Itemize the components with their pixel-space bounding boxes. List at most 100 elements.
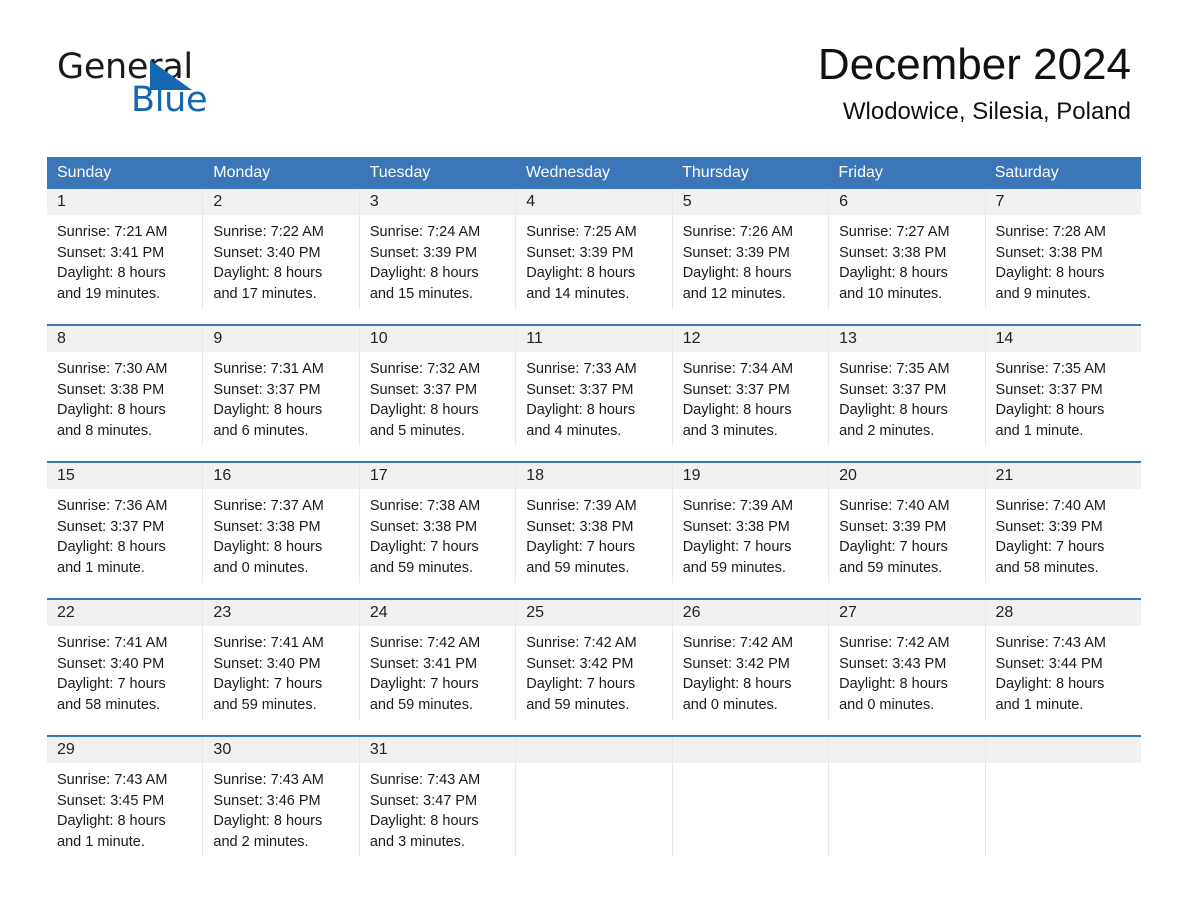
daylight-text-line1: Daylight: 8 hours	[369, 265, 479, 282]
day-number: 6	[829, 189, 985, 216]
daylight-text-line1: Daylight: 8 hours	[995, 676, 1105, 693]
sunset-text: Sunset: 3:38 PM	[369, 518, 478, 535]
day-cell[interactable]: 16 Sunrise: 7:37 AM Sunset: 3:38 PM Dayl…	[203, 463, 360, 584]
day-details: Sunrise: 7:43 AM Sunset: 3:46 PM Dayligh…	[203, 763, 358, 852]
daylight-text-line2: and 0 minutes.	[839, 696, 935, 713]
daylight-text-line2: and 1 minute.	[57, 833, 145, 850]
day-cell[interactable]: 22 Sunrise: 7:41 AM Sunset: 3:40 PM Dayl…	[47, 600, 204, 721]
daylight-text-line1: Daylight: 7 hours	[839, 539, 948, 556]
generalblue-logo[interactable]: General Blue	[57, 50, 257, 120]
day-number: 1	[47, 189, 203, 216]
daylight-text-line1: Daylight: 8 hours	[57, 265, 166, 282]
daylight-text-line1: Daylight: 8 hours	[839, 676, 948, 693]
daylight-text-line1: Daylight: 7 hours	[526, 676, 636, 693]
daylight-text-line1: Daylight: 8 hours	[213, 402, 323, 419]
day-details: Sunrise: 7:35 AM Sunset: 3:37 PM Dayligh…	[986, 352, 1141, 441]
sunrise-text: Sunrise: 7:26 AM	[682, 224, 794, 241]
day-number: 12	[672, 326, 829, 353]
weekday-header-sunday: Sunday	[57, 164, 112, 181]
weekday-header-monday: Monday	[213, 164, 271, 181]
day-details	[516, 763, 671, 770]
sunset-text: Sunset: 3:38 PM	[995, 244, 1103, 261]
daylight-text-line1: Daylight: 8 hours	[995, 402, 1105, 419]
day-cell[interactable]: 11 Sunrise: 7:33 AM Sunset: 3:37 PM Dayl…	[516, 326, 673, 447]
day-details: Sunrise: 7:34 AM Sunset: 3:37 PM Dayligh…	[673, 352, 828, 441]
day-details: Sunrise: 7:35 AM Sunset: 3:37 PM Dayligh…	[829, 352, 984, 441]
day-number: 3	[359, 189, 516, 216]
day-number: 23	[203, 600, 359, 627]
day-cell[interactable]: 15 Sunrise: 7:36 AM Sunset: 3:37 PM Dayl…	[47, 463, 204, 584]
day-details: Sunrise: 7:42 AM Sunset: 3:42 PM Dayligh…	[516, 626, 671, 715]
daylight-text-line2: and 1 minute.	[995, 696, 1084, 713]
day-cell[interactable]: 25 Sunrise: 7:42 AM Sunset: 3:42 PM Dayl…	[516, 600, 673, 721]
day-cell[interactable]: 29 Sunrise: 7:43 AM Sunset: 3:45 PM Dayl…	[47, 737, 204, 858]
day-number: 9	[203, 326, 359, 353]
day-cell[interactable]: 6 Sunrise: 7:27 AM Sunset: 3:38 PM Dayli…	[829, 189, 986, 310]
daylight-text-line1: Daylight: 8 hours	[57, 813, 166, 830]
day-cell[interactable]: 10 Sunrise: 7:32 AM Sunset: 3:37 PM Dayl…	[359, 326, 517, 447]
day-number: 15	[47, 463, 203, 490]
daylight-text-line1: Daylight: 8 hours	[369, 402, 479, 419]
sunset-text: Sunset: 3:38 PM	[682, 518, 790, 535]
day-cell[interactable]: 2 Sunrise: 7:22 AM Sunset: 3:40 PM Dayli…	[203, 189, 360, 310]
day-cell[interactable]: 8 Sunrise: 7:30 AM Sunset: 3:38 PM Dayli…	[47, 326, 204, 447]
sunrise-text: Sunrise: 7:35 AM	[839, 361, 950, 378]
day-cell[interactable]: 17 Sunrise: 7:38 AM Sunset: 3:38 PM Dayl…	[359, 463, 517, 584]
logo-text-blue: Blue	[131, 80, 208, 120]
day-cell[interactable]: 5 Sunrise: 7:26 AM Sunset: 3:39 PM Dayli…	[672, 189, 830, 310]
day-cell[interactable]: 23 Sunrise: 7:41 AM Sunset: 3:40 PM Dayl…	[203, 600, 360, 721]
sunset-text: Sunset: 3:40 PM	[57, 655, 165, 672]
day-cell[interactable]: 28 Sunrise: 7:43 AM Sunset: 3:44 PM Dayl…	[985, 600, 1141, 721]
day-cell[interactable]: 13 Sunrise: 7:35 AM Sunset: 3:37 PM Dayl…	[829, 326, 986, 447]
daylight-text-line2: and 8 minutes.	[57, 422, 153, 439]
day-details: Sunrise: 7:42 AM Sunset: 3:41 PM Dayligh…	[360, 626, 515, 715]
day-number: 14	[985, 326, 1141, 353]
day-cell[interactable]: 30 Sunrise: 7:43 AM Sunset: 3:46 PM Dayl…	[203, 737, 360, 858]
day-number: 20	[829, 463, 985, 490]
sunset-text: Sunset: 3:39 PM	[369, 244, 478, 261]
daylight-text-line1: Daylight: 8 hours	[57, 539, 166, 556]
sunset-text: Sunset: 3:37 PM	[526, 381, 634, 398]
day-cell[interactable]: 14 Sunrise: 7:35 AM Sunset: 3:37 PM Dayl…	[985, 326, 1141, 447]
day-details: Sunrise: 7:25 AM Sunset: 3:39 PM Dayligh…	[516, 215, 671, 304]
sunset-text: Sunset: 3:40 PM	[213, 655, 321, 672]
day-cell[interactable]: 18 Sunrise: 7:39 AM Sunset: 3:38 PM Dayl…	[516, 463, 673, 584]
day-details: Sunrise: 7:40 AM Sunset: 3:39 PM Dayligh…	[986, 489, 1141, 578]
week-row: 15 Sunrise: 7:36 AM Sunset: 3:37 PM Dayl…	[47, 461, 1141, 584]
day-cell[interactable]: 26 Sunrise: 7:42 AM Sunset: 3:42 PM Dayl…	[672, 600, 830, 721]
day-details: Sunrise: 7:33 AM Sunset: 3:37 PM Dayligh…	[516, 352, 671, 441]
daylight-text-line2: and 59 minutes.	[369, 696, 474, 713]
sunset-text: Sunset: 3:37 PM	[369, 381, 478, 398]
day-cell[interactable]: 3 Sunrise: 7:24 AM Sunset: 3:39 PM Dayli…	[359, 189, 517, 310]
sunrise-text: Sunrise: 7:43 AM	[995, 635, 1106, 652]
day-cell[interactable]: 31 Sunrise: 7:43 AM Sunset: 3:47 PM Dayl…	[359, 737, 517, 858]
day-details	[829, 763, 984, 770]
sunrise-text: Sunrise: 7:34 AM	[682, 361, 794, 378]
day-cell[interactable]: 4 Sunrise: 7:25 AM Sunset: 3:39 PM Dayli…	[516, 189, 673, 310]
calendar-page: General Blue December 2024 Wlodowice, Si…	[0, 0, 1188, 918]
day-details: Sunrise: 7:43 AM Sunset: 3:44 PM Dayligh…	[986, 626, 1141, 715]
day-details	[673, 763, 828, 770]
sunset-text: Sunset: 3:40 PM	[213, 244, 321, 261]
day-cell-empty	[985, 737, 1141, 858]
day-cell[interactable]: 27 Sunrise: 7:42 AM Sunset: 3:43 PM Dayl…	[829, 600, 986, 721]
day-cell[interactable]: 1 Sunrise: 7:21 AM Sunset: 3:41 PM Dayli…	[47, 189, 204, 310]
day-cell[interactable]: 24 Sunrise: 7:42 AM Sunset: 3:41 PM Dayl…	[359, 600, 517, 721]
week-row: 1 Sunrise: 7:21 AM Sunset: 3:41 PM Dayli…	[47, 189, 1141, 310]
day-details: Sunrise: 7:42 AM Sunset: 3:42 PM Dayligh…	[673, 626, 828, 715]
day-cell[interactable]: 21 Sunrise: 7:40 AM Sunset: 3:39 PM Dayl…	[985, 463, 1141, 584]
day-cell[interactable]: 7 Sunrise: 7:28 AM Sunset: 3:38 PM Dayli…	[985, 189, 1141, 310]
sunrise-text: Sunrise: 7:42 AM	[369, 635, 481, 652]
day-cell[interactable]: 20 Sunrise: 7:40 AM Sunset: 3:39 PM Dayl…	[829, 463, 986, 584]
day-cell[interactable]: 9 Sunrise: 7:31 AM Sunset: 3:37 PM Dayli…	[203, 326, 360, 447]
day-cell[interactable]: 19 Sunrise: 7:39 AM Sunset: 3:38 PM Dayl…	[672, 463, 830, 584]
day-details: Sunrise: 7:31 AM Sunset: 3:37 PM Dayligh…	[203, 352, 358, 441]
daylight-text-line2: and 58 minutes.	[995, 559, 1099, 576]
sunset-text: Sunset: 3:37 PM	[213, 381, 321, 398]
sunset-text: Sunset: 3:37 PM	[57, 518, 165, 535]
day-cell[interactable]: 12 Sunrise: 7:34 AM Sunset: 3:37 PM Dayl…	[672, 326, 830, 447]
day-number: 2	[203, 189, 359, 216]
day-details: Sunrise: 7:43 AM Sunset: 3:45 PM Dayligh…	[47, 763, 202, 852]
daylight-text-line2: and 5 minutes.	[369, 422, 465, 439]
day-details: Sunrise: 7:21 AM Sunset: 3:41 PM Dayligh…	[47, 215, 202, 304]
